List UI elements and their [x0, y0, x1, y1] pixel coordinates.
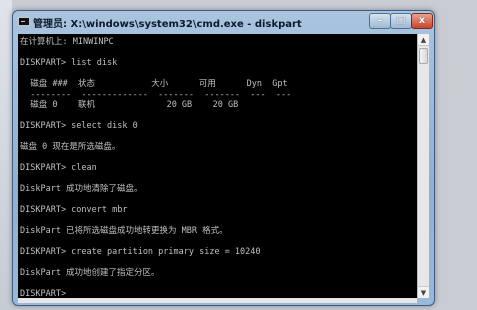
console-output-line: DiskPart 成功地清除了磁盘。 — [20, 184, 143, 194]
console-command-line: DISKPART> clean — [20, 163, 97, 173]
console-command-line: DISKPART> create partition primary size … — [20, 247, 261, 257]
console-output-line: 在计算机上: MINWINPC — [20, 37, 114, 47]
desktop-background — [0, 0, 12, 310]
console-command-line: DISKPART> — [20, 289, 67, 298]
title-bar[interactable]: 管理员: X:\windows\system32\cmd.exe - diskp… — [13, 11, 434, 33]
minimize-icon: – — [377, 15, 383, 26]
close-icon: x — [418, 15, 426, 26]
arrow-down-icon[interactable]: ▼ — [418, 286, 429, 298]
console-output-line: 磁盘 0 联机 20 GB 20 GB — [20, 100, 239, 110]
vertical-scrollbar[interactable]: ▲ ▼ — [417, 34, 429, 298]
console-command-line: DISKPART> convert mbr — [20, 205, 128, 215]
window-title: 管理员: X:\windows\system32\cmd.exe - diskp… — [33, 19, 302, 30]
console-output-line: 磁盘 0 现在是所选磁盘。 — [20, 142, 121, 152]
cmd-window: 管理员: X:\windows\system32\cmd.exe - diskp… — [12, 10, 435, 306]
console-output-line: DiskPart 已将所选磁盘成功地转更换为 MBR 格式。 — [20, 226, 228, 236]
maximize-icon: □ — [396, 15, 406, 26]
close-button[interactable]: x — [411, 13, 433, 29]
arrow-up-icon[interactable]: ▲ — [418, 34, 429, 46]
console-output-line: DiskPart 成功地创建了指定分区。 — [20, 268, 160, 278]
cmd-icon[interactable] — [18, 17, 30, 26]
console-output[interactable]: 在计算机上: MINWINPC DISKPART> list disk 磁盘 ##… — [18, 34, 417, 298]
maximize-button[interactable]: □ — [390, 13, 412, 29]
console-command-line: DISKPART> list disk — [20, 58, 118, 68]
minimize-button[interactable]: – — [369, 13, 391, 29]
scrollbar-thumb[interactable] — [419, 48, 428, 64]
console-command-line: DISKPART> select disk 0 — [20, 121, 138, 131]
horizontal-scrollbar[interactable] — [18, 298, 417, 303]
